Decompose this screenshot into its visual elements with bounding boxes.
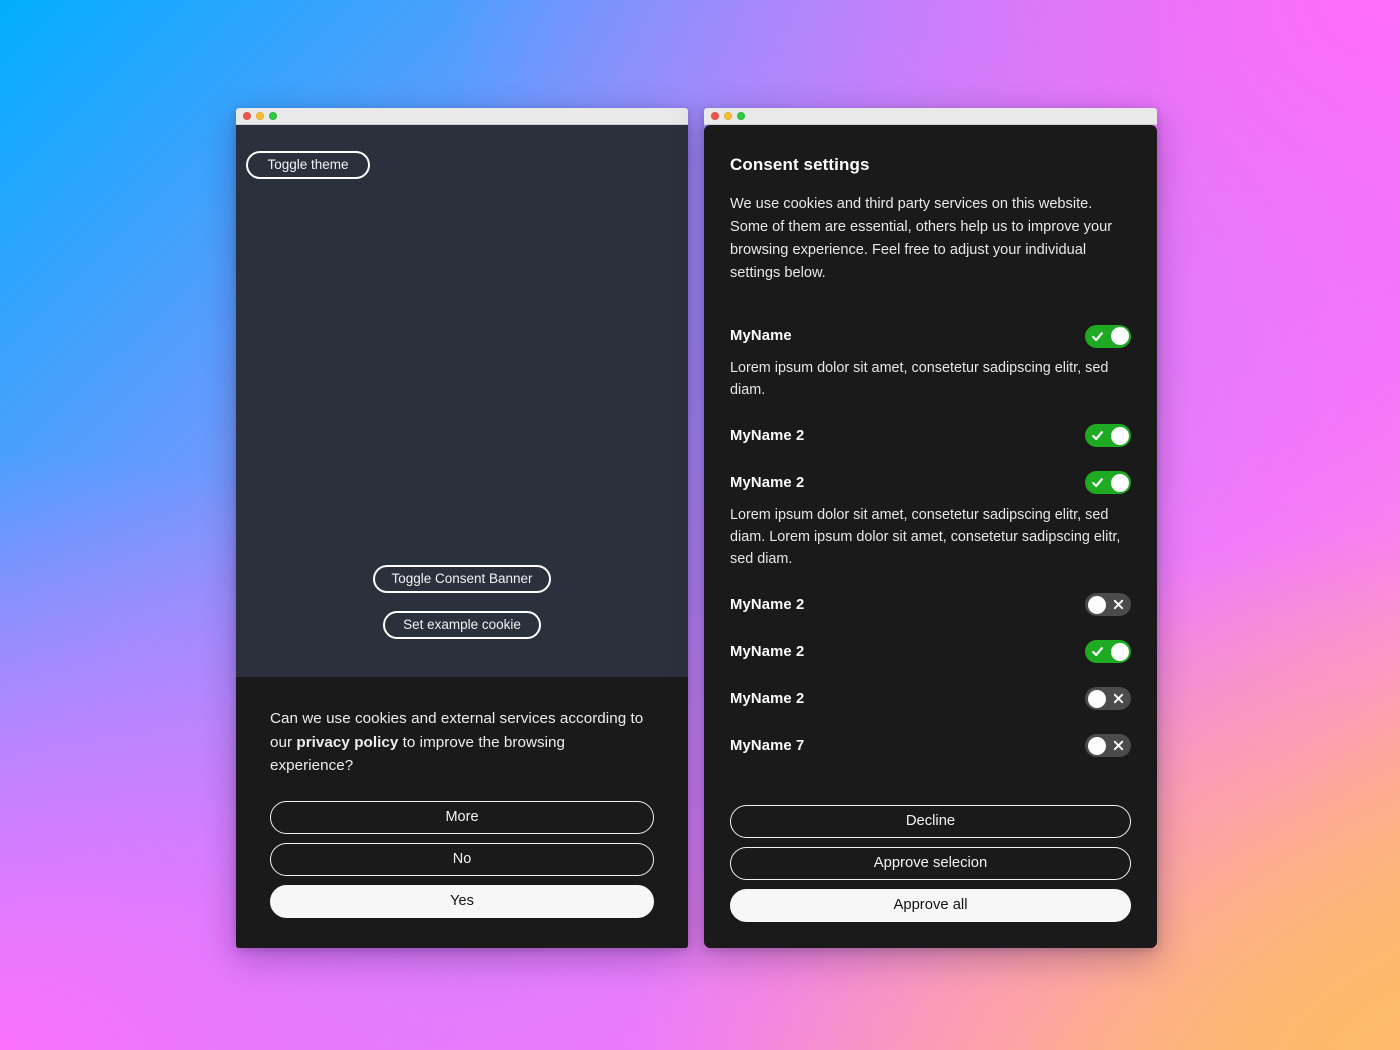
consent-option-name: MyName 2 [730, 643, 805, 660]
consent-option: MyName Lorem ipsum dolor sit amet, conset… [730, 323, 1131, 402]
demo-action-stack: Toggle Consent Banner Set example cookie [236, 565, 688, 639]
toggle-switch-on[interactable] [1085, 424, 1131, 448]
consent-option-row: MyName 7 [730, 733, 1131, 759]
button-label: Yes [450, 893, 474, 910]
toggle-knob [1110, 327, 1129, 346]
consent-option: MyName 2 [730, 423, 1131, 449]
consent-option-description: Lorem ipsum dolor sit amet, consetetur s… [730, 506, 1121, 567]
toggle-switch-off[interactable] [1085, 734, 1131, 758]
consent-approve-all-button[interactable]: Approve all [730, 889, 1131, 922]
toggle-theme-button[interactable]: Toggle theme [246, 151, 370, 179]
toggle-consent-banner-button[interactable]: Toggle Consent Banner [373, 565, 551, 593]
consent-settings-intro: We use cookies and third party services … [730, 196, 1113, 282]
consent-option-row: MyName 2 [730, 686, 1131, 712]
privacy-policy-link[interactable]: privacy policy [296, 734, 398, 751]
consent-option-name: MyName 2 [730, 596, 805, 613]
close-dot[interactable] [711, 112, 719, 120]
cross-icon [1107, 593, 1130, 616]
set-example-cookie-button[interactable]: Set example cookie [383, 611, 541, 639]
consent-option-description: Lorem ipsum dolor sit amet, consetetur s… [730, 360, 1109, 399]
consent-option: MyName 7 [730, 733, 1131, 759]
right-window-viewport: Consent settings We use cookies and thir… [704, 125, 1157, 948]
consent-option-row: MyName 2 [730, 639, 1131, 665]
consent-banner: Can we use cookies and external services… [236, 677, 688, 948]
consent-option-row: MyName 2 [730, 470, 1131, 496]
cross-icon [1107, 734, 1130, 757]
consent-option-name: MyName 2 [730, 474, 805, 491]
toggle-knob [1087, 689, 1106, 708]
toggle-switch-on[interactable] [1085, 324, 1131, 348]
consent-banner-text: Can we use cookies and external services… [270, 707, 652, 777]
button-label: More [445, 809, 479, 826]
toggle-knob [1087, 595, 1106, 614]
consent-settings-dialog: Consent settings We use cookies and thir… [704, 125, 1157, 948]
button-label: Approve all [893, 897, 968, 914]
toggle-switch-on[interactable] [1085, 640, 1131, 664]
button-label: No [452, 851, 472, 868]
consent-option: MyName 2 [730, 592, 1131, 618]
desktop-background: Toggle theme Toggle Consent Banner Set e… [0, 0, 1400, 1050]
demo-page: Toggle theme Toggle Consent Banner Set e… [236, 125, 688, 948]
demo-page-body: Toggle theme Toggle Consent Banner Set e… [236, 125, 688, 677]
banner-yes-button[interactable]: Yes [270, 885, 654, 918]
right-browser-window: Consent settings We use cookies and thir… [704, 108, 1157, 948]
consent-option-row: MyName [730, 323, 1131, 349]
toggle-switch-on[interactable] [1085, 471, 1131, 495]
toggle-knob [1110, 642, 1129, 661]
minimize-dot[interactable] [256, 112, 264, 120]
consent-option-name: MyName 2 [730, 690, 805, 707]
minimize-dot[interactable] [724, 112, 732, 120]
button-label: Approve selecion [873, 855, 988, 872]
left-window-titlebar[interactable] [236, 108, 688, 125]
consent-options-list: MyName Lorem ipsum dolor sit amet, conset… [730, 323, 1131, 785]
consent-option: MyName 2 Lorem ipsum dolor sit amet, cons… [730, 470, 1131, 571]
maximize-dot[interactable] [737, 112, 745, 120]
consent-option-name: MyName 7 [730, 737, 805, 754]
check-icon [1086, 424, 1109, 447]
banner-more-button[interactable]: More [270, 801, 654, 834]
banner-no-button[interactable]: No [270, 843, 654, 876]
left-window-viewport: Toggle theme Toggle Consent Banner Set e… [236, 125, 688, 948]
close-dot[interactable] [243, 112, 251, 120]
right-window-titlebar[interactable] [704, 108, 1157, 125]
toggle-switch-off[interactable] [1085, 593, 1131, 617]
consent-option-row: MyName 2 [730, 423, 1131, 449]
maximize-dot[interactable] [269, 112, 277, 120]
toggle-knob [1110, 426, 1129, 445]
consent-banner-buttons: More No Yes [270, 801, 654, 918]
toggle-knob [1110, 473, 1129, 492]
consent-option-name: MyName [730, 328, 792, 345]
consent-option-row: MyName 2 [730, 592, 1131, 618]
consent-option: MyName 2 [730, 686, 1131, 712]
check-icon [1086, 640, 1109, 663]
consent-settings-actions: Decline Approve selecion Approve all [730, 785, 1131, 922]
check-icon [1086, 325, 1109, 348]
toggle-switch-off[interactable] [1085, 687, 1131, 711]
consent-option: MyName 2 [730, 639, 1131, 665]
cross-icon [1107, 687, 1130, 710]
consent-decline-button[interactable]: Decline [730, 805, 1131, 838]
check-icon [1086, 471, 1109, 494]
consent-approve-selecion-button[interactable]: Approve selecion [730, 847, 1131, 880]
consent-option-name: MyName 2 [730, 427, 805, 444]
button-label: Decline [905, 813, 956, 830]
consent-settings-title: Consent settings [730, 155, 870, 174]
toggle-knob [1087, 736, 1106, 755]
left-browser-window: Toggle theme Toggle Consent Banner Set e… [236, 108, 688, 948]
